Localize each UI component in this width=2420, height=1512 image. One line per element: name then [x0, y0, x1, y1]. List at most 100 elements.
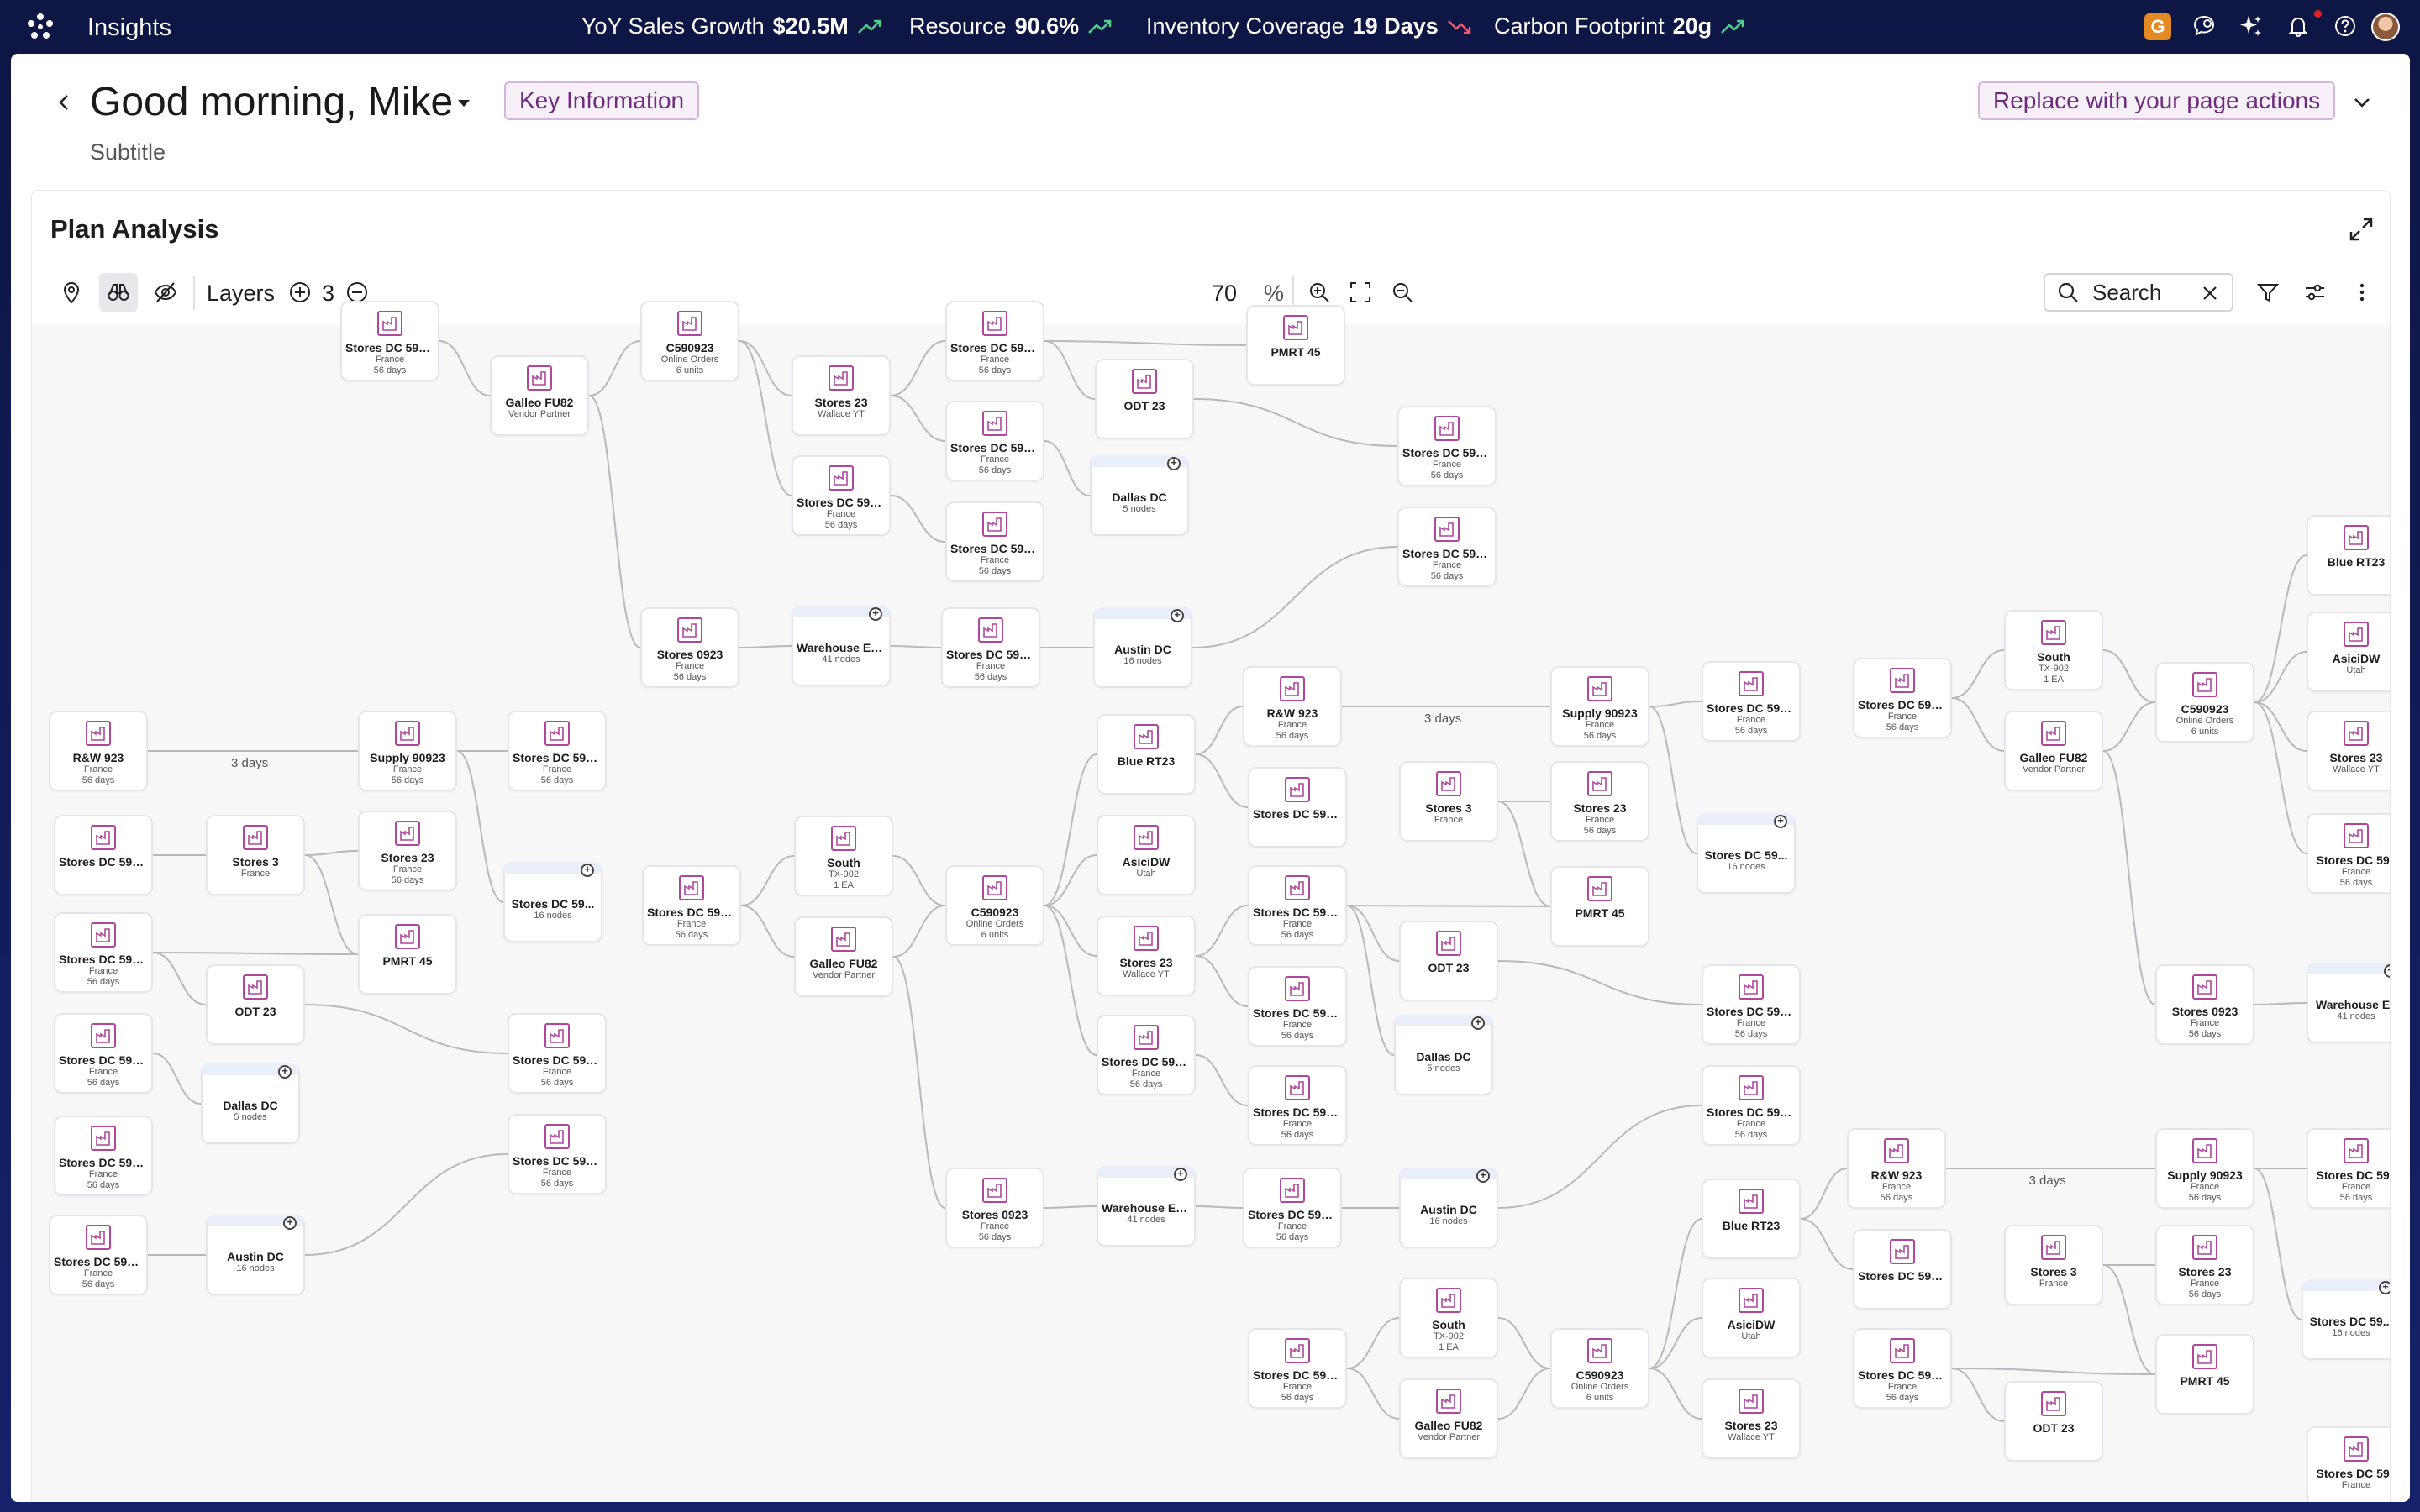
graph-node[interactable]: South TX-902 1 EA — [794, 816, 893, 896]
graph-node[interactable]: Stores 23 Wallace YT — [1097, 916, 1196, 996]
graph-node[interactable]: AsiciDW Utah — [1097, 815, 1196, 895]
graph-node[interactable]: Stores 0923 France 56 days — [2155, 964, 2254, 1045]
graph-node-group[interactable]: + Austin DC 16 nodes — [1093, 607, 1192, 688]
expand-group-icon[interactable]: + — [1774, 815, 1787, 828]
expand-group-icon[interactable]: + — [278, 1065, 292, 1079]
graph-node[interactable]: ODT 23 — [1399, 921, 1498, 1001]
kpi-yoy-sales[interactable]: YoY Sales Growth $20.5M — [581, 13, 882, 39]
graph-node[interactable]: Stores DC 590... France 56 days — [1248, 966, 1347, 1047]
zoom-value[interactable]: 70 — [1212, 281, 1237, 307]
graph-node-group[interactable]: + Stores DC 59... 16 nodes — [2302, 1279, 2390, 1360]
graph-node[interactable]: Stores DC 590... France 56 days — [1397, 507, 1497, 587]
user-avatar[interactable] — [2371, 13, 2400, 41]
graph-node[interactable]: Stores DC 590... France 56 days — [54, 1116, 153, 1196]
graph-node[interactable]: Stores DC 590... — [54, 815, 153, 895]
workspace-avatar[interactable]: G — [2144, 13, 2171, 40]
graph-node[interactable]: Blue RT23 — [1702, 1179, 1801, 1259]
graph-node[interactable]: Stores DC 590... France 56 days — [1702, 661, 1801, 742]
expand-group-icon[interactable]: + — [1167, 457, 1181, 470]
app-name[interactable]: Insights — [87, 14, 171, 42]
graph-node[interactable]: PMRT 45 — [1246, 305, 1345, 386]
graph-node[interactable]: Stores DC 590... France 56 days — [1248, 1065, 1347, 1146]
expand-fullscreen-icon[interactable] — [2346, 214, 2376, 244]
graph-node[interactable]: Blue RT23 — [2307, 515, 2390, 596]
title-dropdown-caret-icon[interactable] — [455, 94, 473, 113]
graph-node[interactable]: C590923 Online Orders 6 units — [1550, 1328, 1649, 1409]
graph-node[interactable]: Supply 90923 France 56 days — [358, 711, 457, 791]
graph-node-group[interactable]: + Stores DC 59... 16 nodes — [503, 862, 602, 942]
graph-node[interactable]: C590923 Online Orders 6 units — [945, 865, 1044, 946]
graph-node[interactable]: Galleo FU82 Vendor Partner — [2004, 711, 2103, 791]
expand-group-icon[interactable]: + — [1171, 609, 1184, 622]
graph-node[interactable]: South TX-902 1 EA — [1399, 1278, 1498, 1358]
graph-node[interactable]: Stores 23 France 56 days — [358, 811, 457, 891]
graph-node[interactable]: Stores DC 590 France — [2307, 1426, 2390, 1502]
graph-node-group[interactable]: + Dallas DC 5 nodes — [201, 1063, 300, 1144]
graph-node[interactable]: C590923 Online Orders 6 units — [640, 301, 739, 381]
graph-node[interactable]: ODT 23 — [206, 964, 305, 1045]
graph-node[interactable]: Stores DC 590... — [1853, 1229, 1952, 1310]
add-layer-icon[interactable] — [281, 273, 319, 312]
graph-node[interactable]: Stores 23 Wallace YT — [1702, 1378, 1801, 1459]
graph-node[interactable]: Stores 23 Wallace YT — [2307, 711, 2390, 791]
expand-group-icon[interactable]: + — [2379, 1281, 2390, 1294]
graph-node[interactable]: Stores DC 590... France 56 days — [945, 301, 1044, 381]
graph-node[interactable]: Stores DC 590... France 56 days — [1248, 1328, 1347, 1409]
expand-group-icon[interactable]: + — [1471, 1016, 1485, 1030]
graph-node[interactable]: Stores DC 590... France 56 days — [1853, 658, 1952, 738]
graph-node[interactable]: R&W 923 France 56 days — [49, 711, 148, 791]
graph-node[interactable]: Galleo FU82 Vendor Partner — [794, 916, 893, 997]
graph-node[interactable]: Stores DC 590... France 56 days — [49, 1215, 148, 1295]
graph-node[interactable]: Stores 3 France — [2004, 1225, 2103, 1305]
graph-node-group[interactable]: + Stores DC 59... 16 nodes — [1697, 813, 1796, 894]
graph-node[interactable]: Stores DC 590... France 56 days — [1243, 1168, 1342, 1248]
graph-node[interactable]: Stores DC 590... France 56 days — [1097, 1015, 1196, 1095]
graph-node[interactable]: Stores 3 France — [206, 815, 305, 895]
notification-bell-icon[interactable] — [2284, 12, 2312, 40]
graph-node[interactable]: Stores DC 590... France 56 days — [1702, 964, 1801, 1045]
graph-node[interactable]: Stores DC 590... France 56 days — [1248, 865, 1347, 946]
graph-node[interactable]: Stores DC 590... France 56 days — [508, 1013, 607, 1094]
expand-group-icon[interactable]: + — [1476, 1169, 1490, 1183]
ai-sparkle-icon[interactable] — [2237, 12, 2265, 40]
graph-node[interactable]: South TX-902 1 EA — [2004, 610, 2103, 690]
graph-node-group[interactable]: + Warehouse Ea41 nodes — [2307, 963, 2390, 1043]
key-information-button[interactable]: Key Information — [504, 81, 700, 120]
graph-node[interactable]: Stores 3 France — [1399, 761, 1498, 842]
graph-node[interactable]: PMRT 45 — [2155, 1334, 2254, 1415]
graph-node[interactable]: ODT 23 — [2004, 1381, 2103, 1462]
graph-node[interactable]: Stores DC 590... France 56 days — [792, 455, 891, 536]
graph-node[interactable]: Stores DC 590... France 56 days — [340, 301, 439, 381]
page-actions-button[interactable]: Replace with your page actions — [1978, 81, 2336, 120]
graph-node[interactable]: Stores 23 Wallace YT — [792, 355, 891, 436]
graph-node[interactable]: Stores DC 590... France 56 days — [945, 501, 1044, 582]
graph-node[interactable]: R&W 923 France 56 days — [1243, 666, 1342, 747]
expand-group-icon[interactable]: + — [581, 864, 594, 877]
expand-group-icon[interactable]: + — [283, 1216, 297, 1230]
graph-node[interactable]: Stores DC 590... France 56 days — [54, 1013, 153, 1094]
hide-visibility-icon[interactable] — [146, 273, 185, 312]
filter-icon[interactable] — [2249, 273, 2287, 312]
graph-node[interactable]: Stores DC 590... France 56 days — [508, 711, 607, 791]
location-pin-icon[interactable] — [52, 273, 91, 312]
expand-group-icon[interactable]: + — [1174, 1168, 1187, 1181]
graph-node[interactable]: Galleo FU82 Vendor Partner — [1399, 1378, 1498, 1459]
network-graph-canvas[interactable]: Stores DC 590... France 56 days Galleo FU82… — [32, 301, 2390, 1502]
kpi-inventory-coverage[interactable]: Inventory Coverage 19 Days — [1146, 13, 1472, 39]
more-options-icon[interactable] — [2343, 273, 2381, 312]
graph-node[interactable]: PMRT 45 — [1550, 866, 1649, 947]
collapse-header-chevron-icon[interactable] — [2347, 87, 2377, 118]
graph-node[interactable]: Stores 23 France 56 days — [2155, 1225, 2254, 1305]
binoculars-icon[interactable] — [99, 273, 138, 312]
expand-group-icon[interactable]: + — [869, 607, 882, 621]
graph-node[interactable]: Stores DC 590 France 56 days — [2307, 1128, 2390, 1209]
graph-node-group[interactable]: + Warehouse East 41 nodes — [1097, 1166, 1196, 1247]
search-input[interactable]: Search — [2044, 273, 2233, 312]
zoom-out-icon[interactable] — [1383, 273, 1422, 312]
graph-node[interactable]: Stores DC 590... France 56 days — [1853, 1328, 1952, 1409]
app-logo-icon[interactable] — [24, 10, 57, 44]
graph-node-group[interactable]: + Austin DC 16 nodes — [1399, 1168, 1498, 1248]
settings-sliders-icon[interactable] — [2296, 273, 2334, 312]
graph-node[interactable]: Stores 0923 France 56 days — [640, 607, 739, 688]
graph-node[interactable]: Stores DC 590... France 56 days — [508, 1114, 607, 1194]
